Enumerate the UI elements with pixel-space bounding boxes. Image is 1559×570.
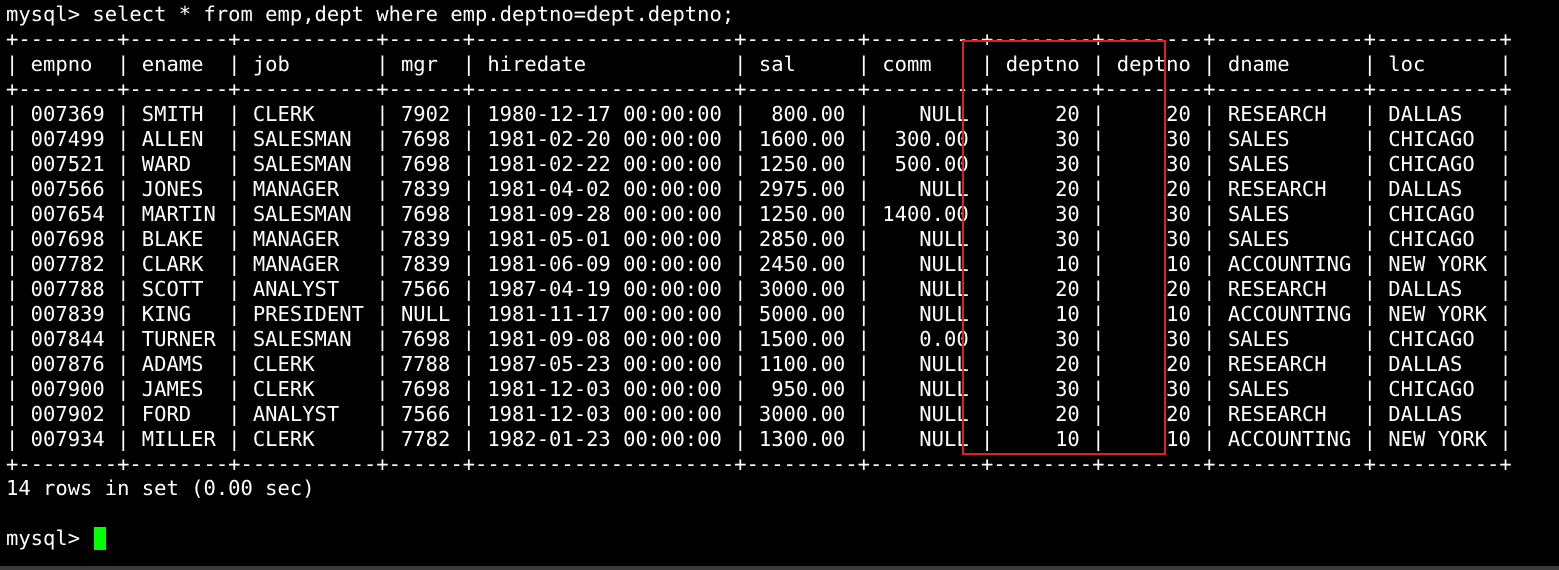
table-row: | 007369 | SMITH | CLERK | 7902 | 1980-1… xyxy=(6,102,1512,126)
table-border-header: +--------+--------+-----------+------+--… xyxy=(6,77,1512,101)
text-cursor xyxy=(94,527,107,550)
table-row: | 007499 | ALLEN | SALESMAN | 7698 | 198… xyxy=(6,127,1512,151)
terminal-window[interactable]: mysql> select * from emp,dept where emp.… xyxy=(0,0,1559,570)
table-row: | 007839 | KING | PRESIDENT | NULL | 198… xyxy=(6,302,1512,326)
prompt-text: mysql> xyxy=(6,526,93,550)
prompt-line[interactable]: mysql> xyxy=(6,526,107,551)
table-header-row: | empno | ename | job | mgr | hiredate |… xyxy=(6,52,1512,76)
result-summary: 14 rows in set (0.00 sec) xyxy=(6,476,315,500)
table-row: | 007782 | CLARK | MANAGER | 7839 | 1981… xyxy=(6,252,1512,276)
table-border-top: +--------+--------+-----------+------+--… xyxy=(6,27,1512,51)
table-border-bottom: +--------+--------+-----------+------+--… xyxy=(6,452,1512,476)
table-row: | 007902 | FORD | ANALYST | 7566 | 1981-… xyxy=(6,402,1512,426)
table-row: | 007698 | BLAKE | MANAGER | 7839 | 1981… xyxy=(6,227,1512,251)
table-row: | 007934 | MILLER | CLERK | 7782 | 1982-… xyxy=(6,427,1512,451)
window-bottom-edge xyxy=(0,566,1559,570)
table-row: | 007876 | ADAMS | CLERK | 7788 | 1987-0… xyxy=(6,352,1512,376)
table-row: | 007900 | JAMES | CLERK | 7698 | 1981-1… xyxy=(6,377,1512,401)
table-row: | 007788 | SCOTT | ANALYST | 7566 | 1987… xyxy=(6,277,1512,301)
table-row: | 007521 | WARD | SALESMAN | 7698 | 1981… xyxy=(6,152,1512,176)
command-line: mysql> select * from emp,dept where emp.… xyxy=(6,2,735,26)
table-row: | 007844 | TURNER | SALESMAN | 7698 | 19… xyxy=(6,327,1512,351)
table-row: | 007654 | MARTIN | SALESMAN | 7698 | 19… xyxy=(6,202,1512,226)
table-row: | 007566 | JONES | MANAGER | 7839 | 1981… xyxy=(6,177,1512,201)
